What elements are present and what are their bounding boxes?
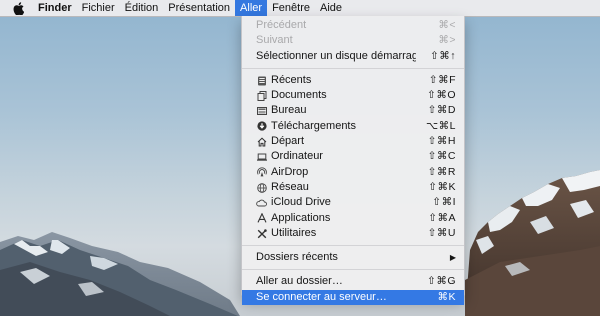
chevron-right-icon: ▶: [449, 253, 456, 263]
menu-aide[interactable]: Aide: [315, 0, 347, 16]
home-icon: [256, 136, 267, 147]
menu-item-shortcut: ⇧⌘I: [432, 196, 456, 209]
airdrop-icon: [256, 167, 267, 178]
menu-item-recents[interactable]: Récents ⇧⌘F: [242, 73, 464, 88]
menu-item-documents[interactable]: Documents ⇧⌘O: [242, 88, 464, 103]
menu-finder[interactable]: Finder: [34, 0, 77, 16]
menu-separator: [242, 67, 464, 69]
menu-item-computer[interactable]: Ordinateur ⇧⌘C: [242, 149, 464, 164]
menu-item-label: Réseau: [271, 180, 309, 193]
menu-item-icloud-drive[interactable]: iCloud Drive ⇧⌘I: [242, 195, 464, 210]
utilities-icon: [256, 228, 267, 239]
menu-item-label: AirDrop: [271, 165, 309, 178]
menu-fichier[interactable]: Fichier: [77, 0, 120, 16]
menu-item-shortcut: ⇧⌘U: [427, 226, 456, 239]
downloads-icon: [256, 121, 267, 132]
menu-item-shortcut: ⇧⌘C: [427, 150, 456, 163]
menu-item-label: Dossiers récents: [256, 251, 338, 264]
menu-item-label: Précédent: [256, 19, 307, 31]
menu-item-shortcut: ⇧⌘A: [428, 211, 456, 224]
icloud-icon: [256, 197, 267, 208]
menu-item-label: Sélectionner un disque démarrage: [256, 49, 416, 62]
menu-item-desktop[interactable]: Bureau ⇧⌘D: [242, 103, 464, 118]
menu-aller[interactable]: Aller: [235, 0, 268, 16]
menu-item-label: Bureau: [271, 104, 307, 117]
applications-icon: [256, 213, 267, 224]
documents-icon: [256, 90, 267, 101]
menu-item-label: Applications: [271, 211, 331, 224]
menu-item-connect-to-server[interactable]: Se connecter au serveur… ⌘K: [242, 289, 464, 306]
menu-item-label: Documents: [271, 89, 327, 102]
computer-icon: [256, 152, 267, 163]
menu-item-label: Utilitaires: [271, 226, 317, 239]
menu-item-label: Aller au dossier…: [256, 275, 343, 288]
menu-item-shortcut: ⇧⌘O: [427, 89, 456, 102]
menu-item-go-to-folder[interactable]: Aller au dossier… ⇧⌘G: [242, 274, 464, 289]
menu-item-home[interactable]: Départ ⇧⌘H: [242, 134, 464, 149]
menu-item-shortcut: ⇧⌘↑: [429, 49, 456, 62]
menu-item-shortcut: ⇧⌘D: [427, 104, 456, 117]
desktop-icon: [256, 106, 267, 117]
menu-item-label: Suivant: [256, 34, 293, 47]
menu-item-utilities[interactable]: Utilitaires ⇧⌘U: [242, 226, 464, 241]
menu-item-shortcut: ⇧⌘G: [427, 275, 456, 288]
menu-item-label: Se connecter au serveur…: [256, 290, 387, 303]
menu-separator: [242, 269, 464, 271]
recents-icon: [256, 75, 267, 86]
menu-item-label: Départ: [271, 135, 305, 148]
menu-item-applications[interactable]: Applications ⇧⌘A: [242, 211, 464, 226]
menu-presentation[interactable]: Présentation: [163, 0, 235, 16]
menu-fenetre[interactable]: Fenêtre: [267, 0, 315, 16]
menu-item-back[interactable]: Précédent ⌘<: [242, 18, 464, 33]
menu-item-forward[interactable]: Suivant ⌘>: [242, 33, 464, 48]
menu-item-downloads[interactable]: Téléchargements ⌥⌘L: [242, 119, 464, 134]
menu-item-recent-folders[interactable]: Dossiers récents ▶: [242, 250, 464, 265]
menu-item-shortcut: ⇧⌘H: [427, 135, 456, 148]
menu-item-shortcut: ⇧⌘R: [427, 165, 456, 178]
menu-item-label: Récents: [271, 73, 312, 86]
menu-bar: Finder Fichier Édition Présentation Alle…: [0, 0, 600, 17]
apple-logo-icon[interactable]: [10, 0, 26, 16]
menu-edition[interactable]: Édition: [120, 0, 164, 16]
go-menu-dropdown: Précédent ⌘< Suivant ⌘> Sélectionner un …: [241, 16, 465, 306]
menu-item-shortcut: ⌘<: [438, 19, 456, 31]
menu-item-shortcut: ⌘>: [438, 34, 456, 47]
menu-item-shortcut: ⇧⌘K: [428, 180, 456, 193]
menu-item-shortcut: ⌥⌘L: [426, 119, 456, 132]
menu-item-shortcut: ⇧⌘F: [428, 73, 456, 86]
menu-item-airdrop[interactable]: AirDrop ⇧⌘R: [242, 165, 464, 180]
menu-item-label: iCloud Drive: [271, 196, 331, 209]
menu-item-label: Ordinateur: [271, 150, 323, 163]
menu-item-select-startup-disk[interactable]: Sélectionner un disque démarrage ⇧⌘↑: [242, 49, 464, 64]
menu-item-network[interactable]: Réseau ⇧⌘K: [242, 180, 464, 195]
menu-separator: [242, 245, 464, 247]
network-icon: [256, 182, 267, 193]
menu-item-shortcut: ⌘K: [437, 290, 456, 303]
menu-item-label: Téléchargements: [271, 119, 356, 132]
